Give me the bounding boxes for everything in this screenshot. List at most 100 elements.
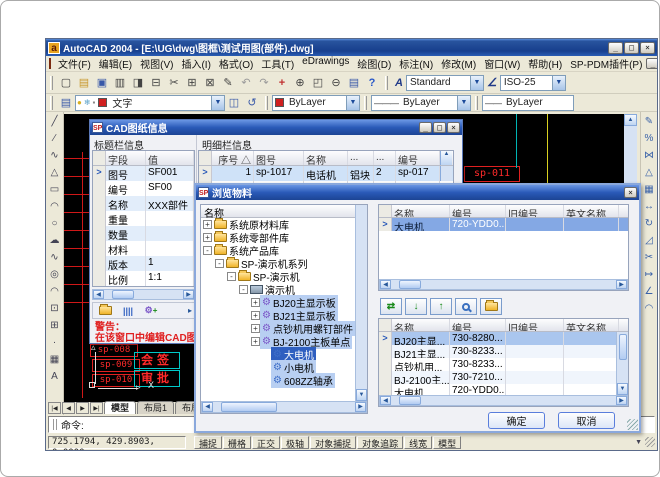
menu-help[interactable]: 帮助(H): [524, 55, 566, 72]
search-icon[interactable]: [455, 298, 477, 315]
point-icon[interactable]: ·: [47, 334, 63, 350]
title-bar[interactable]: a AutoCAD 2004 - [E:\UG\dwg\图框\测试用图(部件).…: [46, 39, 657, 56]
close-button[interactable]: ×: [640, 42, 655, 54]
tab-last-button[interactable]: ▶|: [90, 402, 103, 414]
material-row[interactable]: 点钞机用... 730-8233...: [379, 358, 628, 371]
toolbar-grip[interactable]: [475, 96, 478, 110]
toggle-snap[interactable]: 捕捉: [194, 436, 222, 449]
layer-lock-icon[interactable]: ▪: [93, 98, 96, 107]
tree-expand-icon[interactable]: -: [227, 272, 236, 281]
maximize-button[interactable]: □: [624, 42, 639, 54]
tree-expand-icon[interactable]: +: [251, 324, 260, 333]
rectangle-icon[interactable]: ▭: [47, 181, 63, 197]
column-header-oldcode[interactable]: 旧编号: [506, 205, 564, 217]
scroll-right-icon[interactable]: ▶: [355, 402, 366, 412]
command-grip[interactable]: [53, 419, 57, 430]
export-icon[interactable]: [95, 303, 115, 318]
selected-material-row[interactable]: > 大电机 720-YDD0...: [379, 218, 628, 231]
scroll-right-icon[interactable]: ▶: [616, 396, 627, 405]
table-row[interactable]: 重量: [93, 211, 194, 226]
menu-modify[interactable]: 修改(M): [437, 55, 480, 72]
column-header-material[interactable]: ...: [348, 151, 374, 165]
drawing-file-icon[interactable]: [49, 58, 51, 69]
column-header-engname[interactable]: 英文名称: [564, 205, 619, 217]
menu-edit[interactable]: 编辑(E): [95, 55, 136, 72]
tree-expand-icon[interactable]: +: [203, 233, 212, 242]
layers-manager-icon[interactable]: ▤: [57, 94, 75, 112]
toolbar-grip[interactable]: [385, 76, 388, 90]
tree-expand-icon[interactable]: +: [251, 298, 260, 307]
array-icon[interactable]: ▦: [641, 181, 657, 197]
revision-cloud-icon[interactable]: ☁: [47, 232, 63, 248]
new-icon[interactable]: ▢: [57, 74, 75, 92]
material-row[interactable]: > BJ20主显... 730-8280...: [379, 332, 628, 345]
tab-prev-button[interactable]: ◀: [62, 402, 75, 414]
scroll-left-icon[interactable]: ◀: [380, 280, 391, 289]
scroll-left-icon[interactable]: ◀: [380, 396, 391, 405]
dialog-close-button[interactable]: ×: [624, 187, 637, 198]
layer-on-icon[interactable]: ●: [77, 98, 82, 107]
circle-icon[interactable]: ○: [47, 215, 63, 231]
columns-icon[interactable]: ||||: [118, 303, 138, 318]
table-row[interactable]: 材料: [93, 241, 194, 256]
tree-item-pin[interactable]: 开口销: [201, 387, 367, 388]
toggle-osnap[interactable]: 对象捕捉: [310, 436, 356, 449]
detail-row[interactable]: > 1 sp-1017 电话机 铝块 2 sp-017: [199, 166, 453, 181]
toolbar-grip[interactable]: [50, 76, 53, 90]
tree-expand-icon[interactable]: -: [239, 285, 248, 294]
menu-window[interactable]: 窗口(W): [480, 55, 524, 72]
dim-style-combo[interactable]: ISO-25 ▼: [500, 75, 566, 91]
toggle-otrack[interactable]: 对象追踪: [357, 436, 403, 449]
tree-expand-icon[interactable]: -: [203, 246, 212, 255]
tab-first-button[interactable]: |◀: [48, 402, 61, 414]
plot-icon[interactable]: ▥: [111, 74, 129, 92]
tab-next-button[interactable]: ▶: [76, 402, 89, 414]
table-row[interactable]: 名称 XXX部件: [93, 196, 194, 211]
fillet-icon[interactable]: ◠: [641, 300, 657, 316]
extend-icon[interactable]: ↦: [641, 266, 657, 282]
trim-icon[interactable]: ✂: [641, 249, 657, 265]
ellipse-icon[interactable]: ◎: [47, 266, 63, 282]
insert-block-icon[interactable]: ⊡: [47, 300, 63, 316]
column-header-name[interactable]: 名称: [392, 319, 450, 331]
linetype-combo[interactable]: ——— ByLayer ▼: [371, 95, 471, 111]
mdi-minimize-button[interactable]: _: [646, 58, 658, 69]
tree-expand-icon[interactable]: +: [203, 220, 212, 229]
chamfer-icon[interactable]: ∠: [641, 283, 657, 299]
hatch-icon[interactable]: ▦: [47, 351, 63, 367]
column-header-qty[interactable]: ...: [374, 151, 396, 165]
polygon-icon[interactable]: △: [47, 164, 63, 180]
move-down-icon[interactable]: ↓: [405, 298, 427, 315]
column-header-oldcode[interactable]: 旧编号: [506, 319, 564, 331]
dialog-close-button[interactable]: ×: [447, 122, 460, 133]
save-icon[interactable]: ▣: [93, 74, 111, 92]
tree-expand-icon[interactable]: -: [215, 259, 224, 268]
spline-icon[interactable]: ∿: [47, 249, 63, 265]
scroll-left-icon[interactable]: ◀: [202, 402, 213, 412]
toolbar-grip[interactable]: [364, 96, 367, 110]
layer-combo[interactable]: ● ❄ ▪ 文字 ▼: [75, 95, 225, 111]
rotate-icon[interactable]: ↻: [641, 215, 657, 231]
ellipse-arc-icon[interactable]: ◠: [47, 283, 63, 299]
statusbar-menu-arrow-icon[interactable]: ▼: [635, 439, 642, 446]
toolbar-grip[interactable]: [265, 96, 268, 110]
list-hscrollbar[interactable]: ◀ ▶: [379, 395, 628, 406]
column-header-engname[interactable]: 英文名称: [564, 319, 619, 331]
toggle-lwt[interactable]: 线宽: [404, 436, 432, 449]
undo-icon[interactable]: ↶: [237, 74, 255, 92]
exchange-icon[interactable]: ⇄: [380, 298, 402, 315]
line-icon[interactable]: ╱: [47, 113, 63, 129]
move-up-icon[interactable]: ↑: [430, 298, 452, 315]
construction-line-icon[interactable]: ∕: [47, 130, 63, 146]
toggle-polar[interactable]: 极轴: [281, 436, 309, 449]
redo-icon[interactable]: ↷: [255, 74, 273, 92]
table-row[interactable]: > 图号 SF001: [93, 166, 194, 181]
scroll-right-icon[interactable]: ▶: [183, 290, 194, 299]
toggle-model[interactable]: 模型: [433, 436, 461, 449]
dialog-minimize-button[interactable]: _: [419, 122, 432, 133]
properties-icon[interactable]: ▤: [345, 74, 363, 92]
material-row[interactable]: BJ21主显... 730-8233...: [379, 345, 628, 358]
menu-tools[interactable]: 工具(T): [257, 55, 298, 72]
column-header-name[interactable]: 名称: [392, 205, 450, 217]
toggle-grid[interactable]: 栅格: [223, 436, 251, 449]
